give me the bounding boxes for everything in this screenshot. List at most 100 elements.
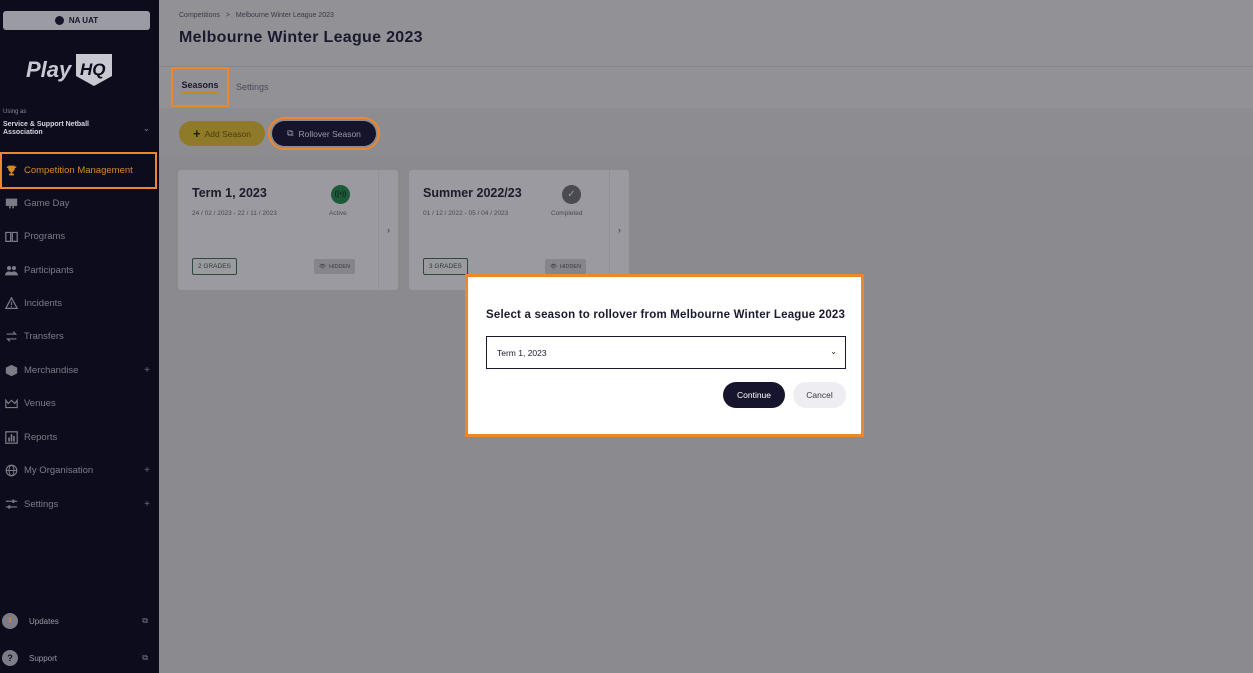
breadcrumb: Competitions > Melbourne Winter League 2…	[179, 12, 334, 19]
plus-icon: +	[193, 126, 201, 141]
sidebar-item-incidents[interactable]: Incidents	[0, 287, 159, 319]
chevron-down-icon[interactable]: ⌄	[143, 124, 150, 133]
modal-title: Select a season to rollover from Melbour…	[486, 309, 846, 321]
updates-badge: 1	[8, 618, 12, 624]
sidebar-item-label: Venues	[24, 397, 56, 409]
arrows-icon	[4, 329, 18, 343]
sidebar-item-venues[interactable]: Venues	[0, 387, 159, 419]
chevron-right-icon[interactable]: ›	[378, 170, 398, 290]
sidebar-item-label: Settings	[24, 498, 59, 510]
season-status: Active	[329, 210, 347, 217]
season-card[interactable]: Term 1, 2023 24 / 02 / 2023 - 22 / 11 / …	[178, 170, 398, 290]
visibility-badge: 👁 HIDDEN	[545, 259, 587, 274]
globe-icon	[4, 463, 18, 477]
season-card[interactable]: Summer 2022/23 01 / 12 / 2022 - 05 / 04 …	[409, 170, 629, 290]
sidebar-item-settings[interactable]: Settings +	[0, 488, 159, 520]
organisation-name[interactable]: Service & Support Netball Association	[3, 121, 128, 137]
visibility-label: HIDDEN	[559, 263, 582, 270]
page-header: Competitions > Melbourne Winter League 2…	[159, 0, 1253, 66]
tab-settings[interactable]: Settings	[236, 67, 269, 107]
sidebar-item-competition-management[interactable]: Competition Management	[0, 152, 157, 189]
sidebar-item-merchandise[interactable]: Merchandise +	[0, 354, 159, 386]
environment-label: NA UAT	[68, 16, 99, 25]
tab-settings-label: Settings	[236, 82, 269, 92]
completed-check-icon: ✓	[562, 185, 581, 204]
sidebar-item-label: Merchandise	[24, 364, 79, 376]
external-link-icon: ⧉	[142, 616, 148, 625]
environment-badge: NA UAT	[3, 11, 150, 30]
rollover-season-modal: Select a season to rollover from Melbour…	[465, 274, 864, 437]
add-season-button[interactable]: + Add Season	[179, 121, 265, 146]
season-select[interactable]: Term 1, 2023 ⌄	[486, 336, 846, 369]
sidebar-item-label: Participants	[24, 264, 74, 276]
chevron-down-icon: ⌄	[830, 347, 837, 356]
sidebar-item-support[interactable]: ? Support ⧉	[0, 647, 159, 669]
external-link-icon: ⧉	[142, 653, 148, 662]
grades-badge[interactable]: 3 GRADES	[423, 258, 468, 275]
breadcrumb-separator: >	[225, 12, 230, 19]
copy-icon: ⧉	[287, 128, 294, 138]
continue-button[interactable]: Continue	[723, 382, 785, 408]
support-label: Support	[29, 653, 58, 663]
using-as-label: Using as	[3, 109, 27, 115]
chart-icon	[4, 430, 18, 444]
season-dates: 24 / 02 / 2023 - 22 / 11 / 2023	[192, 210, 277, 217]
tab-seasons[interactable]: Seasons	[171, 67, 229, 107]
season-name: Summer 2022/23	[423, 186, 522, 200]
chevron-right-icon[interactable]: ›	[609, 170, 629, 290]
trophy-icon	[4, 164, 18, 178]
sidebar-item-label: Incidents	[24, 297, 63, 309]
visibility-label: HIDDEN	[328, 263, 351, 270]
sidebar-item-my-organisation[interactable]: My Organisation +	[0, 454, 159, 486]
bell-icon: 1	[2, 613, 18, 629]
visibility-badge: 👁 HIDDEN	[314, 259, 356, 274]
sliders-icon	[4, 497, 18, 511]
active-status-icon: ((•))	[331, 185, 350, 204]
help-icon: ?	[2, 650, 18, 666]
rollover-season-button[interactable]: ⧉ Rollover Season	[268, 117, 380, 150]
rollover-season-label: Rollover Season	[298, 128, 361, 139]
breadcrumb-root-link[interactable]: Competitions	[179, 12, 220, 19]
stadium-icon	[4, 396, 18, 410]
sidebar-item-updates[interactable]: 1 Updates ⧉	[0, 610, 159, 632]
page-title: Melbourne Winter League 2023	[179, 29, 423, 46]
sidebar-item-label: Programs	[24, 230, 66, 242]
action-bar: + Add Season ⧉ Rollover Season	[159, 108, 1253, 156]
tab-bar: Seasons Settings	[159, 66, 1253, 108]
sidebar-item-label: Competition Management	[24, 165, 133, 176]
book-icon	[4, 229, 18, 243]
updates-label: Updates	[29, 616, 59, 626]
tab-seasons-label: Seasons	[181, 80, 219, 94]
svg-text:Play: Play	[26, 57, 73, 82]
people-icon	[4, 263, 18, 277]
playhq-logo[interactable]: Play HQ	[26, 50, 116, 90]
warning-icon	[4, 296, 18, 310]
eye-icon: 👁	[319, 263, 326, 270]
season-name: Term 1, 2023	[192, 186, 267, 200]
sidebar-item-programs[interactable]: Programs	[0, 220, 159, 252]
sidebar-item-label: Game Day	[24, 197, 70, 209]
sidebar-item-game-day[interactable]: Game Day	[0, 187, 159, 219]
sidebar: NA UAT Play HQ Using as Service & Suppor…	[0, 0, 159, 673]
box-icon	[4, 363, 18, 377]
sidebar-item-transfers[interactable]: Transfers	[0, 320, 159, 352]
environment-dot-icon	[54, 16, 64, 25]
svg-text:HQ: HQ	[80, 60, 106, 79]
season-select-value: Term 1, 2023	[497, 347, 547, 358]
sidebar-item-label: Transfers	[24, 330, 64, 342]
scoreboard-icon	[4, 196, 18, 210]
sidebar-item-reports[interactable]: Reports	[0, 421, 159, 453]
sidebar-item-participants[interactable]: Participants	[0, 254, 159, 286]
sidebar-item-label: My Organisation	[24, 464, 94, 476]
season-status: Completed	[551, 210, 583, 217]
expand-plus-icon[interactable]: +	[144, 499, 150, 510]
cancel-button[interactable]: Cancel	[793, 382, 846, 408]
grades-badge[interactable]: 2 GRADES	[192, 258, 237, 275]
sidebar-item-label: Reports	[24, 431, 58, 443]
season-dates: 01 / 12 / 2022 - 05 / 04 / 2023	[423, 210, 509, 217]
add-season-label: Add Season	[204, 128, 251, 139]
expand-plus-icon[interactable]: +	[144, 465, 150, 476]
expand-plus-icon[interactable]: +	[144, 365, 150, 376]
eye-icon: 👁	[550, 263, 557, 270]
breadcrumb-current: Melbourne Winter League 2023	[235, 12, 334, 19]
